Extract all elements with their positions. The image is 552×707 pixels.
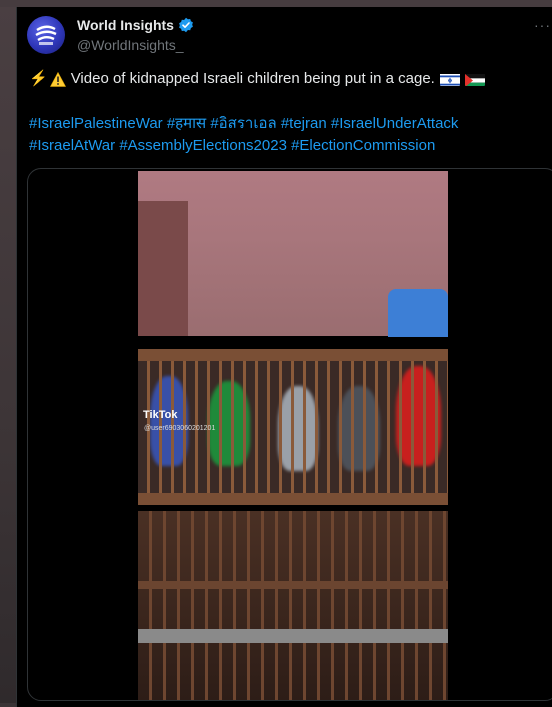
page-backdrop xyxy=(0,0,16,703)
lightning-icon: ⚡ xyxy=(29,70,48,87)
cage-beam xyxy=(138,629,448,643)
video-wall-shadow xyxy=(138,201,188,336)
tiktok-watermark: TikTok xyxy=(143,409,178,421)
hashtag-link[interactable]: #हमास xyxy=(167,115,206,132)
cage-beam xyxy=(138,493,448,505)
hashtag-link[interactable]: #อิสราเอล xyxy=(210,115,276,132)
verified-badge-icon xyxy=(178,17,194,33)
cage-beam xyxy=(138,581,448,589)
video-frame[interactable]: TikTok @user6903060201201 xyxy=(138,171,448,700)
hashtag-link[interactable]: #IsraelAtWar xyxy=(29,137,115,154)
hashtag-link[interactable]: #ElectionCommission xyxy=(291,137,435,154)
video-player[interactable]: TikTok @user6903060201201 xyxy=(27,168,552,701)
hashtag-list: #IsraelPalestineWar #हमास #อิสราเอล #tej… xyxy=(29,113,549,157)
tweet-text: ⚡ Video of kidnapped Israeli children be… xyxy=(29,69,544,89)
hashtag-link[interactable]: #IsraelUnderAttack xyxy=(331,115,459,132)
globe-logo-icon[interactable] xyxy=(27,16,65,54)
author-name[interactable]: World Insights xyxy=(77,17,174,33)
cage-bars-lower xyxy=(138,511,448,700)
more-options-icon[interactable]: ··· xyxy=(534,17,551,33)
tweet-body: Video of kidnapped Israeli children bein… xyxy=(70,70,435,87)
author-handle[interactable]: @WorldInsights_ xyxy=(77,37,184,53)
blue-container xyxy=(388,289,448,337)
hashtag-link[interactable]: #AssemblyElections2023 xyxy=(119,137,287,154)
author-name-row[interactable]: World Insights xyxy=(77,17,194,33)
hashtag-link[interactable]: #tejran xyxy=(281,115,327,132)
palestine-flag-icon xyxy=(464,73,485,86)
tweet-card[interactable]: World Insights @WorldInsights_ ··· ⚡ Vid… xyxy=(16,7,552,707)
warning-icon xyxy=(49,71,66,87)
israel-flag-icon xyxy=(439,73,460,86)
page-backdrop-top xyxy=(0,0,552,7)
tiktok-user-id: @user6903060201201 xyxy=(144,425,216,432)
cage-beam xyxy=(138,349,448,361)
hashtag-link[interactable]: #IsraelPalestineWar xyxy=(29,115,163,132)
